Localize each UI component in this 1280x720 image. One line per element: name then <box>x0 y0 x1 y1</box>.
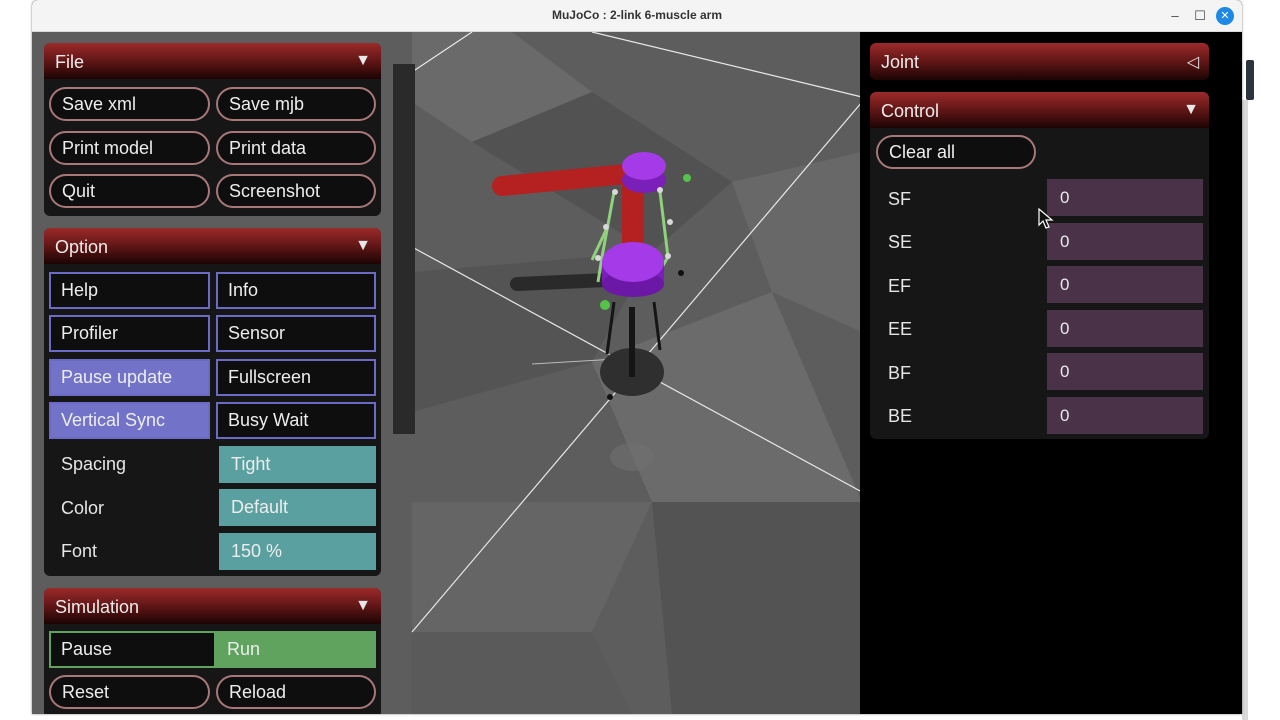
color-select[interactable]: Default <box>219 489 376 526</box>
control-label-be: BE <box>888 406 913 426</box>
file-panel: File ▼ Save xml Save mjb Print model Pri… <box>44 43 381 216</box>
left-panel-scrollbar[interactable] <box>393 64 415 434</box>
control-panel-title: Control <box>881 101 940 121</box>
option-panel-title: Option <box>55 237 109 257</box>
desktop-right-margin <box>1242 0 1280 720</box>
control-label-se: SE <box>888 232 913 252</box>
simulation-panel-header[interactable]: Simulation ▼ <box>44 588 381 624</box>
control-label-ef: EF <box>888 276 912 296</box>
minimize-icon[interactable]: – <box>1166 7 1184 25</box>
collapse-arrow-icon: ▼ <box>355 597 371 614</box>
control-panel-header[interactable]: Control ▼ <box>870 92 1209 128</box>
close-icon[interactable]: ✕ <box>1216 7 1234 25</box>
fullscreen-toggle[interactable]: Fullscreen <box>216 359 376 396</box>
control-label-bf: BF <box>888 363 912 383</box>
simulation-panel-title: Simulation <box>55 597 140 617</box>
control-field-ee[interactable]: 0 <box>1047 310 1203 347</box>
sensor-toggle[interactable]: Sensor <box>216 315 376 352</box>
mouse-cursor-icon <box>1038 208 1054 229</box>
run-radio[interactable]: Run <box>216 631 376 668</box>
save-xml-button[interactable]: Save xml <box>49 87 210 121</box>
profiler-toggle[interactable]: Profiler <box>49 315 210 352</box>
mujoco-window: MuJoCo : 2-link 6-muscle arm – ☐ ✕ File … <box>32 0 1242 714</box>
title-bar: MuJoCo : 2-link 6-muscle arm – ☐ ✕ <box>32 0 1242 32</box>
collapse-arrow-icon: ▼ <box>355 237 371 254</box>
control-field-bf[interactable]: 0 <box>1047 353 1203 390</box>
control-field-ef[interactable]: 0 <box>1047 266 1203 303</box>
option-panel-header[interactable]: Option ▼ <box>44 228 381 264</box>
control-field-be[interactable]: 0 <box>1047 397 1203 434</box>
expand-arrow-icon: ◁ <box>1186 54 1199 71</box>
option-panel: Option ▼ Help Info Profiler Sensor Pause… <box>44 228 381 576</box>
joint-panel-header[interactable]: Joint ◁ <box>870 43 1209 80</box>
reset-button[interactable]: Reset <box>49 675 210 709</box>
vertical-sync-toggle[interactable]: Vertical Sync <box>49 402 210 439</box>
collapse-arrow-icon: ▼ <box>355 52 371 69</box>
quit-button[interactable]: Quit <box>49 174 210 208</box>
save-mjb-button[interactable]: Save mjb <box>216 87 376 121</box>
background-window-edge <box>1246 60 1254 100</box>
desktop-left-margin <box>0 0 32 720</box>
control-field-se[interactable]: 0 <box>1047 223 1203 260</box>
control-label-ee: EE <box>888 319 913 339</box>
print-data-button[interactable]: Print data <box>216 131 376 165</box>
reload-button[interactable]: Reload <box>216 675 376 709</box>
pause-update-toggle[interactable]: Pause update <box>49 359 210 396</box>
font-select[interactable]: 150 % <box>219 533 376 570</box>
clear-all-button[interactable]: Clear all <box>876 135 1036 169</box>
screenshot-button[interactable]: Screenshot <box>216 174 376 208</box>
simulation-panel: Simulation ▼ Pause Run Reset Reload <box>44 588 381 714</box>
help-toggle[interactable]: Help <box>49 272 210 309</box>
spacing-select[interactable]: Tight <box>219 446 376 483</box>
font-label: Font <box>61 541 98 561</box>
file-panel-header[interactable]: File ▼ <box>44 43 381 79</box>
busy-wait-toggle[interactable]: Busy Wait <box>216 402 376 439</box>
background-window-edge-lower <box>1242 100 1248 720</box>
joint-panel: Joint ◁ <box>870 43 1209 80</box>
file-panel-title: File <box>55 52 85 72</box>
maximize-icon[interactable]: ☐ <box>1191 7 1209 25</box>
print-model-button[interactable]: Print model <box>49 131 210 165</box>
window-title: MuJoCo : 2-link 6-muscle arm <box>551 8 723 22</box>
pause-radio[interactable]: Pause <box>49 631 216 668</box>
color-label: Color <box>61 498 105 518</box>
joint-panel-title: Joint <box>881 52 920 72</box>
info-toggle[interactable]: Info <box>216 272 376 309</box>
control-label-sf: SF <box>888 189 912 209</box>
spacing-label: Spacing <box>61 454 127 474</box>
collapse-arrow-icon: ▼ <box>1183 101 1199 118</box>
control-field-sf[interactable]: 0 <box>1047 179 1203 216</box>
control-panel: Control ▼ Clear all SF 0 SE 0 EF 0 EE 0 … <box>870 92 1209 439</box>
